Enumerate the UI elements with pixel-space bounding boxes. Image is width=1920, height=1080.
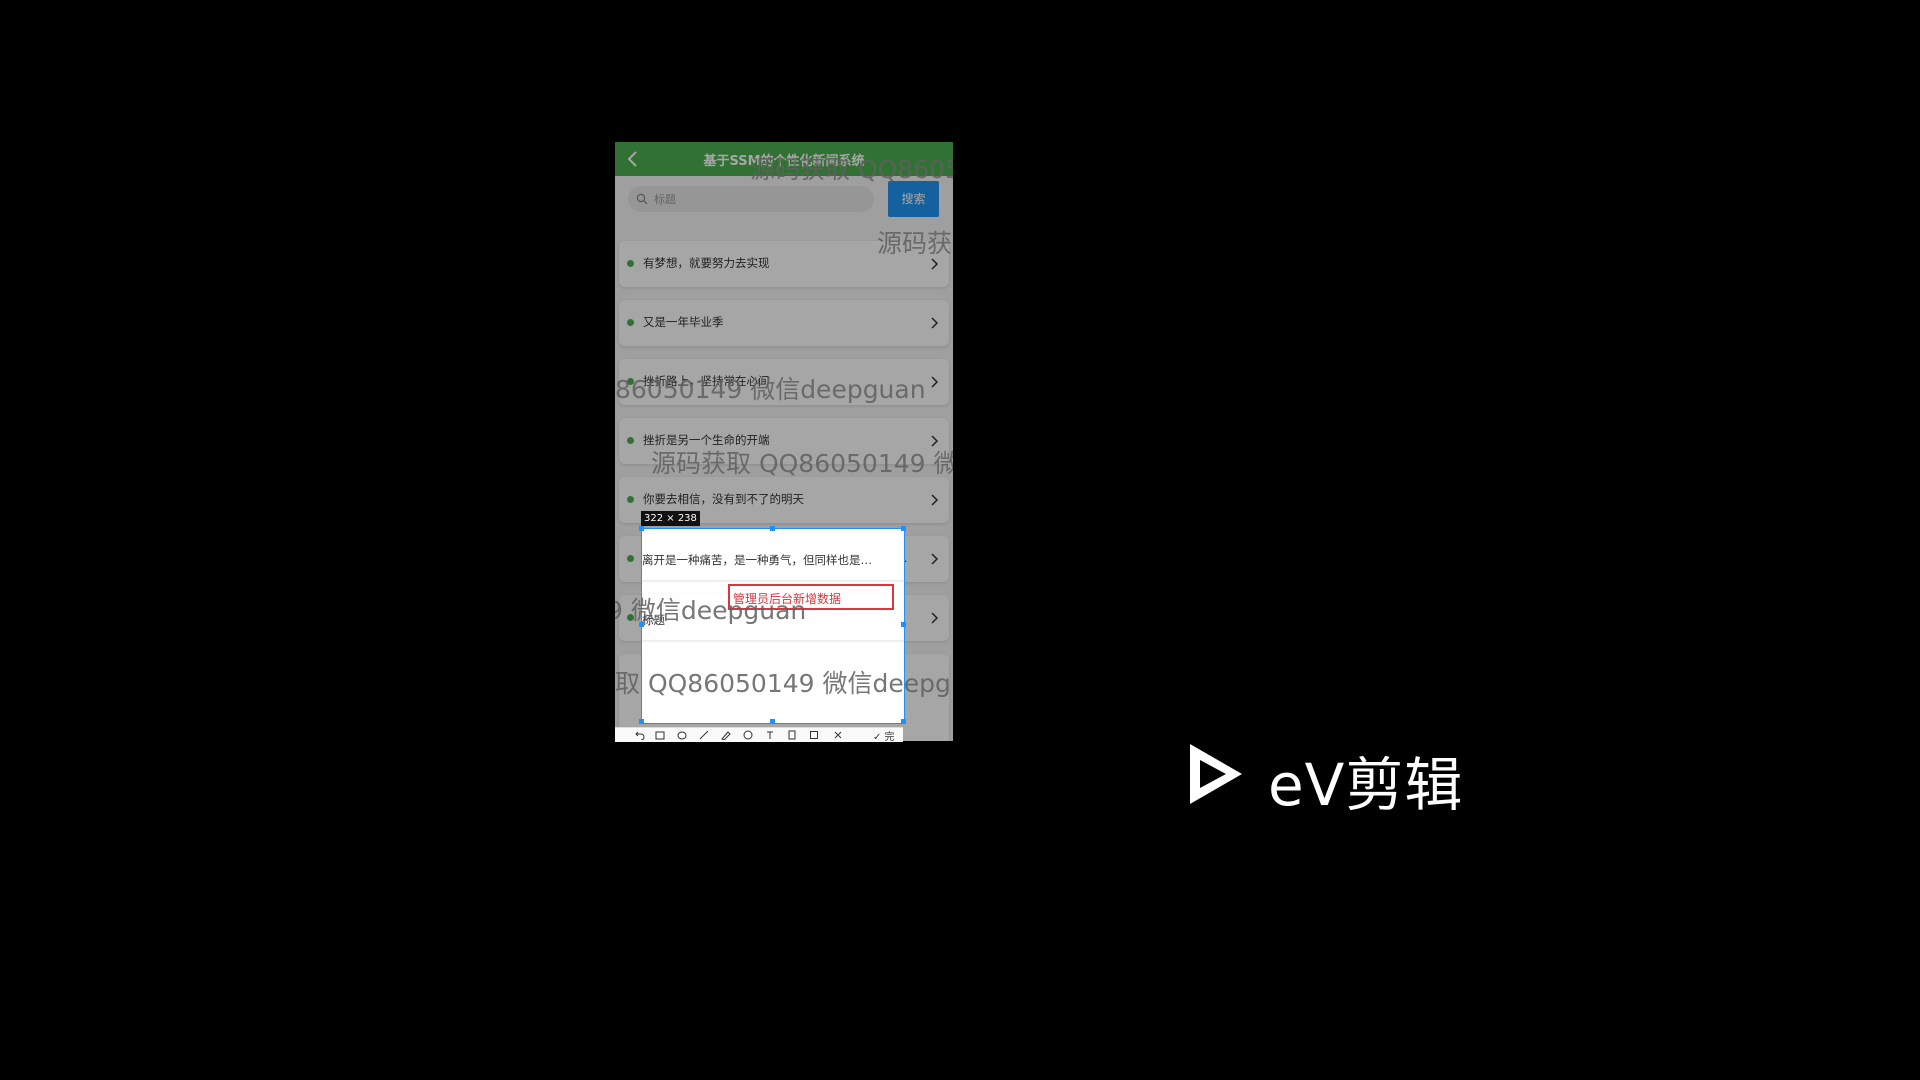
watermark-text: 源码获取	[877, 229, 953, 258]
ev-play-logo-icon	[1190, 744, 1242, 804]
watermark-text: 86050149 微信deepguan	[615, 375, 926, 404]
watermark-text: 源码获取 QQ86050149 微信deepguan	[750, 155, 953, 184]
watermark-text: 取 QQ86050149 微信deepguan	[615, 669, 953, 698]
ev-logo-text: eV剪辑	[1268, 751, 1464, 819]
watermark-text: 9 微信deepguan	[615, 596, 807, 625]
watermark-text: 源码获取 QQ86050149 微信deepguan	[651, 449, 953, 478]
watermark-layer: 源码获取 QQ86050149 微信deepguan 源码获取 86050149…	[615, 142, 953, 741]
